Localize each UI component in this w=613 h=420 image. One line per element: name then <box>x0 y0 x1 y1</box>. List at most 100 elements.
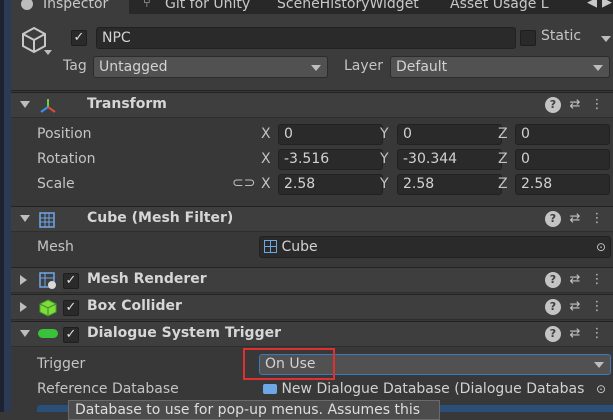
position-y-field[interactable]: 0 <box>397 124 502 145</box>
rotation-x-field[interactable]: -3.516 <box>278 149 383 170</box>
foldout-arrow-icon[interactable] <box>20 302 27 312</box>
tab-label: Git for Unity <box>165 0 251 12</box>
tab-bar: Inspector ⑂ Git for Unity SceneHistoryWi… <box>11 0 613 14</box>
dialogue-system-trigger-component-header[interactable]: ✓ Dialogue System Trigger ? ⇄ ⋮ <box>11 321 613 347</box>
axis-y-label: Y <box>380 151 389 167</box>
tooltip: Database to use for pop-up menus. Assume… <box>68 400 440 420</box>
help-icon[interactable]: ? <box>545 299 561 315</box>
rotation-label: Rotation <box>37 151 96 167</box>
position-x-field[interactable]: 0 <box>278 124 383 145</box>
transform-component-header[interactable]: Transform ? ⇄ ⋮ <box>11 92 613 118</box>
box-collider-enabled-checkbox[interactable]: ✓ <box>63 300 79 316</box>
foldout-arrow-icon[interactable] <box>20 275 27 285</box>
tag-dropdown[interactable]: Untagged <box>93 56 328 78</box>
help-icon[interactable]: ? <box>545 211 561 227</box>
chevron-down-icon <box>593 65 603 71</box>
gameobject-name-field[interactable]: NPC <box>96 27 516 49</box>
help-icon[interactable]: ? <box>545 272 561 288</box>
axis-x-label: X <box>261 126 271 142</box>
component-header-icons: ? ⇄ ⋮ <box>545 326 605 344</box>
active-checkbox[interactable]: ✓ <box>71 30 87 46</box>
chevron-down-icon <box>594 362 604 368</box>
scale-x-field[interactable]: 2.58 <box>278 174 383 195</box>
more-options-icon[interactable]: ⋮ <box>589 326 605 342</box>
highlight-box <box>243 348 335 380</box>
tab-asset-usage[interactable]: Asset Usage L <box>448 0 583 14</box>
reference-database-field[interactable]: New Dialogue Database (Dialogue Databas … <box>259 379 611 400</box>
presets-icon[interactable]: ⇄ <box>567 299 583 315</box>
box-collider-component-header[interactable]: ✓ Box Collider ? ⇄ ⋮ <box>11 294 613 320</box>
foldout-arrow-icon[interactable] <box>20 101 30 108</box>
layer-value: Default <box>396 59 448 75</box>
tab-inspector[interactable]: Inspector <box>11 0 129 14</box>
tag-label: Tag <box>63 58 87 74</box>
object-picker-icon[interactable]: ⊙ <box>596 380 606 399</box>
chevron-down-icon <box>311 65 321 71</box>
gameobject-header: ✓ NPC Static Tag Untagged Layer Default <box>11 14 613 91</box>
component-header-icons: ? ⇄ ⋮ <box>545 97 605 115</box>
help-icon[interactable]: ? <box>545 97 561 113</box>
mesh-label: Mesh <box>37 239 74 255</box>
position-z-field[interactable]: 0 <box>515 124 610 145</box>
rotation-y-field[interactable]: -30.344 <box>397 149 502 170</box>
mesh-renderer-component-header[interactable]: ✓ Mesh Renderer ? ⇄ ⋮ <box>11 267 613 293</box>
component-title: Dialogue System Trigger <box>87 325 281 341</box>
more-options-icon[interactable]: ⋮ <box>589 211 605 227</box>
static-checkbox[interactable] <box>520 30 536 46</box>
mesh-renderer-enabled-checkbox[interactable]: ✓ <box>63 273 79 289</box>
more-options-icon[interactable]: ⋮ <box>589 97 605 113</box>
axis-z-label: Z <box>498 176 508 192</box>
tab-label: Asset Usage L <box>450 0 549 12</box>
scale-y-field[interactable]: 2.58 <box>397 174 502 195</box>
tab-scene-history[interactable]: SceneHistoryWidget <box>275 0 445 14</box>
dialogue-trigger-enabled-checkbox[interactable]: ✓ <box>63 327 79 343</box>
chevron-right-icon[interactable]: ▶ <box>602 0 612 10</box>
chevron-down-icon[interactable] <box>44 50 52 55</box>
trigger-label: Trigger <box>37 356 86 372</box>
object-picker-icon[interactable]: ⊙ <box>596 237 606 257</box>
chevron-left-icon[interactable]: ◀ <box>587 0 597 10</box>
reference-database-label: Reference Database <box>37 381 179 397</box>
layer-dropdown[interactable]: Default <box>390 56 610 78</box>
more-options-icon[interactable]: ⋮ <box>589 299 605 315</box>
tag-value: Untagged <box>99 59 168 75</box>
axis-z-label: Z <box>498 126 508 142</box>
mesh-filter-component-header[interactable]: Cube (Mesh Filter) ? ⇄ ⋮ <box>11 206 613 232</box>
tab-label: SceneHistoryWidget <box>277 0 419 12</box>
info-icon <box>21 0 33 10</box>
scale-label: Scale <box>37 176 75 192</box>
help-icon[interactable]: ? <box>545 326 561 342</box>
mesh-object-field[interactable]: Cube ⊙ <box>259 236 611 258</box>
scale-z-field[interactable]: 2.58 <box>515 174 610 195</box>
component-title: Mesh Renderer <box>87 271 207 287</box>
position-label: Position <box>37 126 92 142</box>
mesh-renderer-icon <box>39 272 56 289</box>
tab-git-for-unity[interactable]: ⑂ Git for Unity <box>135 0 265 14</box>
axis-y-label: Y <box>380 176 389 192</box>
foldout-arrow-icon[interactable] <box>20 330 30 337</box>
mesh-icon <box>264 240 277 253</box>
static-dropdown-arrow-icon[interactable] <box>601 36 611 42</box>
foldout-arrow-icon[interactable] <box>20 215 30 222</box>
transform-body: Position X 0 Y 0 Z 0 Rotation X -3.516 Y… <box>11 118 613 206</box>
more-options-icon[interactable]: ⋮ <box>589 272 605 288</box>
reference-database-value: New Dialogue Database (Dialogue Databas <box>281 381 585 397</box>
mesh-value: Cube <box>281 239 318 255</box>
component-title: Transform <box>87 96 167 112</box>
mesh-filter-icon <box>39 212 55 228</box>
presets-icon[interactable]: ⇄ <box>567 272 583 288</box>
box-collider-icon <box>39 299 57 317</box>
component-header-icons: ? ⇄ ⋮ <box>545 272 605 290</box>
axis-y-label: Y <box>380 126 389 142</box>
presets-icon[interactable]: ⇄ <box>567 326 583 342</box>
axis-x-label: X <box>261 176 271 192</box>
static-label: Static <box>541 28 582 44</box>
layer-label: Layer <box>344 58 384 74</box>
presets-icon[interactable]: ⇄ <box>567 97 583 113</box>
mesh-filter-body: Mesh Cube ⊙ <box>11 232 613 266</box>
axis-x-label: X <box>261 151 271 167</box>
rotation-z-field[interactable]: 0 <box>515 149 610 170</box>
git-icon: ⑂ <box>143 0 151 11</box>
link-icon[interactable]: ⊂⊃ <box>232 175 255 191</box>
presets-icon[interactable]: ⇄ <box>567 211 583 227</box>
